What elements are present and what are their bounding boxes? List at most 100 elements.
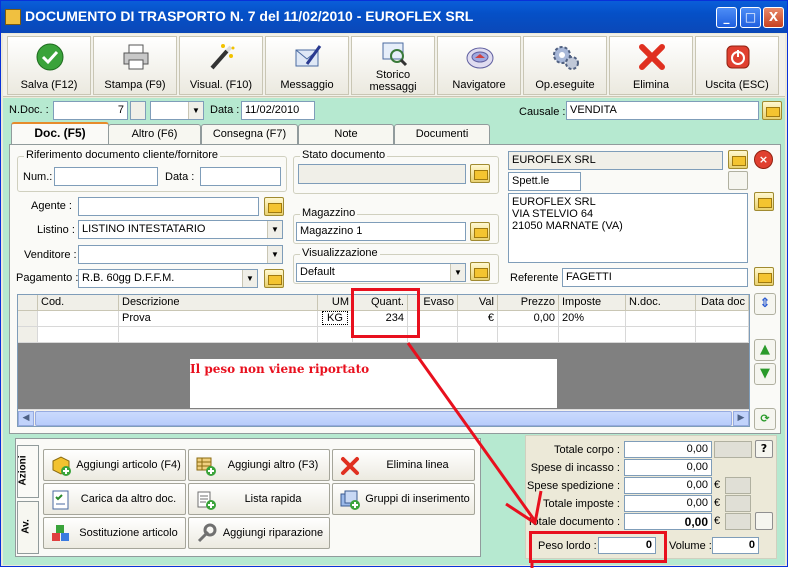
grid-cell[interactable] — [559, 327, 626, 343]
agent-folder-icon[interactable] — [264, 197, 284, 216]
save-button[interactable]: Salva (F12) — [7, 36, 91, 95]
column-header[interactable]: Imposte — [559, 295, 626, 311]
refresh-icon[interactable]: ⟳ — [754, 408, 776, 430]
grid-cell[interactable] — [626, 311, 696, 327]
column-header[interactable]: Val — [458, 295, 498, 311]
add-other-button[interactable]: Aggiungi altro (F3) — [188, 449, 330, 481]
price-list-combo[interactable]: LISTINO INTESTATARIO ▼ — [78, 220, 283, 239]
column-header[interactable]: N.doc. — [626, 295, 696, 311]
tab-doc[interactable]: Doc. (F5) — [11, 122, 109, 145]
tab-note[interactable]: Note — [298, 124, 394, 144]
tab-av[interactable]: Av. — [17, 501, 39, 554]
load-from-doc-button[interactable]: Carica da altro doc. — [43, 483, 186, 515]
column-header[interactable]: Descrizione — [119, 295, 318, 311]
salutation-field[interactable]: Spett.le — [508, 172, 581, 191]
warehouse-folder-icon[interactable] — [470, 222, 490, 241]
grid-cell[interactable] — [498, 327, 559, 343]
referente-field[interactable]: FAGETTI — [562, 268, 748, 287]
delete-line-button[interactable]: Elimina linea — [332, 449, 475, 481]
grid-cell[interactable] — [696, 311, 749, 327]
grid-cell[interactable] — [38, 327, 119, 343]
quick-list-button[interactable]: Lista rapida — [188, 483, 330, 515]
document-status-field[interactable] — [298, 164, 466, 184]
move-down-icon[interactable]: ▼ — [754, 363, 776, 385]
grid-cell[interactable]: € — [458, 311, 498, 327]
grid-cell[interactable] — [38, 311, 119, 327]
insert-groups-button[interactable]: Gruppi di inserimento — [332, 483, 475, 515]
help-button[interactable]: ? — [755, 440, 773, 458]
add-repair-button[interactable]: Aggiungi riparazione — [188, 517, 330, 549]
scroll-thumb[interactable] — [35, 411, 732, 426]
payment-folder-icon[interactable] — [264, 269, 284, 288]
grid-cell[interactable]: 20% — [559, 311, 626, 327]
minimize-button[interactable]: _ — [716, 7, 737, 28]
delete-button[interactable]: Elimina — [609, 36, 693, 95]
title-bar[interactable]: DOCUMENTO DI TRASPORTO N. 7 del 11/02/20… — [1, 1, 787, 33]
zoom-icon[interactable] — [755, 512, 773, 530]
replace-article-button[interactable]: Sostituzione articolo — [43, 517, 186, 549]
causale-folder-icon[interactable] — [762, 101, 782, 120]
customer-clear-icon[interactable]: × — [754, 150, 773, 169]
print-button[interactable]: Stampa (F9) — [93, 36, 177, 95]
referente-folder-icon[interactable] — [754, 267, 774, 286]
tab-documenti[interactable]: Documenti — [394, 124, 490, 144]
done-operations-button[interactable]: Op.eseguite — [523, 36, 607, 95]
column-header[interactable]: Data doc — [696, 295, 749, 311]
agent-field[interactable] — [78, 197, 259, 216]
warehouse-field[interactable]: Magazzino 1 — [296, 222, 466, 241]
collection-fees-value[interactable]: 0,00 — [624, 459, 712, 476]
view-folder-icon[interactable] — [470, 262, 490, 281]
close-button[interactable]: X — [763, 7, 784, 28]
grid-cell[interactable] — [318, 327, 353, 343]
status-folder-icon[interactable] — [470, 164, 490, 183]
reference-number-field[interactable] — [54, 167, 158, 186]
done-operations-label: Op.eseguite — [535, 79, 595, 91]
row-indicator[interactable] — [18, 327, 38, 343]
grid-cell[interactable]: Prova — [119, 311, 318, 327]
total-body-label: Totale corpo : — [553, 444, 620, 456]
move-up-icon[interactable]: ▲ — [754, 339, 776, 361]
ndoc-suffix-button[interactable] — [130, 101, 146, 120]
visual-button[interactable]: Visual. (F10) — [179, 36, 263, 95]
date-field[interactable]: 11/02/2010 — [241, 101, 315, 120]
column-header[interactable]: Cod. — [38, 295, 119, 311]
address-folder-icon[interactable] — [754, 192, 774, 211]
price-list-label: Listino : — [37, 224, 75, 236]
message-button[interactable]: Messaggio — [265, 36, 349, 95]
maximize-button[interactable]: □ — [740, 7, 761, 28]
customer-name-field[interactable]: EUROFLEX SRL — [508, 151, 723, 170]
history-button[interactable]: Storico messaggi — [351, 36, 435, 95]
reference-date-field[interactable] — [200, 167, 281, 186]
exit-button[interactable]: Uscita (ESC) — [695, 36, 779, 95]
customer-address-box[interactable]: EUROFLEX SRL VIA STELVIO 64 21050 MARNAT… — [508, 193, 748, 263]
view-combo[interactable]: Default ▼ — [296, 263, 466, 282]
navigator-button[interactable]: Navigatore — [437, 36, 521, 95]
volume-value[interactable]: 0 — [712, 537, 759, 554]
grid-cell[interactable] — [458, 327, 498, 343]
payment-combo[interactable]: R.B. 60gg D.F.F.M. ▼ — [78, 269, 258, 288]
grid-cell[interactable] — [696, 327, 749, 343]
sort-updown-icon[interactable]: ⇕ — [754, 293, 776, 315]
scroll-left-icon[interactable]: ◀ — [18, 411, 34, 426]
contact-icon[interactable] — [728, 171, 748, 190]
print-label: Stampa (F9) — [104, 79, 166, 91]
grid-cell[interactable]: KG — [318, 311, 353, 327]
grid-cell[interactable] — [626, 327, 696, 343]
ndoc-field[interactable]: 7 — [53, 101, 128, 120]
column-header[interactable]: Prezzo — [498, 295, 559, 311]
add-article-button[interactable]: Aggiungi articolo (F4) — [43, 449, 186, 481]
column-header[interactable]: UM — [318, 295, 353, 311]
seller-combo[interactable]: ▼ — [78, 245, 283, 264]
tab-consegna[interactable]: Consegna (F7) — [201, 124, 298, 144]
scroll-right-icon[interactable]: ▶ — [733, 411, 749, 426]
grid-cell[interactable]: 0,00 — [498, 311, 559, 327]
tab-altro[interactable]: Altro (F6) — [108, 124, 201, 144]
shipping-fees-value[interactable]: 0,00 — [624, 477, 712, 494]
customer-folder-icon[interactable] — [728, 150, 748, 169]
grid-cell[interactable] — [119, 327, 318, 343]
causale-field[interactable]: VENDITA — [566, 101, 759, 120]
grid-horizontal-scrollbar[interactable]: ◀ ▶ — [18, 409, 749, 426]
tab-azioni[interactable]: Azioni — [17, 445, 39, 498]
row-indicator[interactable] — [18, 311, 38, 327]
ndoc-series-combo[interactable]: ▼ — [150, 101, 204, 120]
